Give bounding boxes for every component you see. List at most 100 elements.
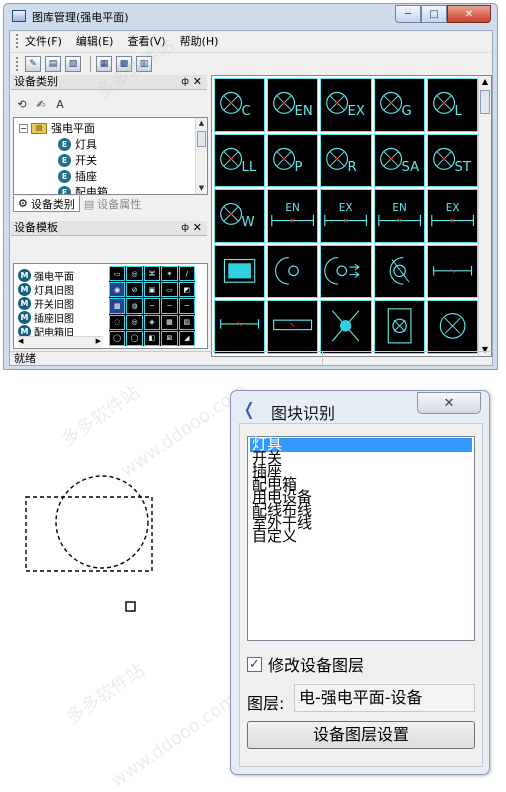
template-thumbnail-grid[interactable]: ▭ ◎ ⌘ ✶ ∕ ◉ ⊘ ▣ ▭ ◩ ▩ ◍ ─ ─ ─ ◌ ◎ ◈ ▦ ▨ — [109, 266, 195, 346]
template-thumb[interactable]: ─ — [161, 298, 178, 314]
list-item[interactable]: M 强电平面 — [18, 268, 104, 282]
tab-category[interactable]: ⚙ 设备类别 — [13, 196, 80, 212]
template-thumb[interactable]: ─ — [178, 298, 195, 314]
symbol-cell[interactable] — [373, 244, 425, 299]
template-thumb[interactable]: ▭ — [161, 282, 178, 298]
symbol-cell[interactable]: EX — [320, 189, 372, 243]
category-item[interactable]: 灯具 — [250, 437, 472, 452]
toolbar-tool4-icon[interactable]: ▦ — [96, 55, 112, 72]
tree-root[interactable]: − ▤ 强电平面 — [19, 120, 95, 136]
category-item[interactable]: 自定义 — [248, 529, 474, 544]
pin-icon[interactable]: ф — [181, 221, 189, 235]
symbol-cell[interactable]: EN — [267, 78, 319, 132]
category-pane-close-icon[interactable]: ✕ — [193, 75, 202, 89]
tree-item-panel[interactable]: E 配电箱 — [58, 184, 108, 194]
menu-view[interactable]: 查看(V) — [127, 33, 165, 49]
scroll-up-icon[interactable]: ▲ — [196, 118, 207, 129]
template-thumb[interactable]: ◎ — [126, 266, 143, 282]
symbol-grid[interactable]: C EN EX G L LL P R SA ST W EN EX EN EX — [214, 78, 478, 354]
symbol-cell[interactable]: SA — [373, 133, 425, 188]
symbol-cell[interactable]: LL — [214, 133, 266, 188]
toolbar-tool5-icon[interactable]: ▩ — [116, 55, 132, 72]
symbol-cell[interactable]: EX — [320, 78, 372, 132]
template-thumb[interactable]: ✶ — [161, 266, 178, 282]
dialog-close-button[interactable]: ✕ — [417, 392, 481, 414]
symbol-cell[interactable] — [267, 244, 319, 299]
template-thumb[interactable]: ◌ — [109, 314, 126, 330]
symbol-cell[interactable]: EN — [373, 189, 425, 243]
toolbar-tool1-icon[interactable]: ✎ — [25, 55, 41, 72]
category-tree[interactable]: − ▤ 强电平面 E 灯具 E 开关 E 插座 E 配电箱 ▲ ▼ — [13, 117, 208, 195]
menu-help[interactable]: 帮助(H) — [180, 33, 219, 49]
pin-icon[interactable]: ф — [181, 75, 189, 89]
list-item[interactable]: M 插座旧图 — [18, 310, 104, 324]
template-thumb[interactable]: ▦ — [161, 314, 178, 330]
template-thumb[interactable]: ▨ — [178, 314, 195, 330]
template-thumb[interactable]: ─ — [143, 298, 161, 314]
collapse-icon[interactable]: − — [19, 123, 28, 133]
template-thumb[interactable]: ⊠ — [161, 330, 178, 346]
symbol-cell[interactable]: P — [267, 133, 319, 188]
template-pane-close-icon[interactable]: ✕ — [193, 221, 202, 235]
toolbar-tool2-icon[interactable]: ▤ — [45, 55, 61, 72]
edit-icon[interactable]: ✍ — [33, 98, 49, 114]
modify-layer-checkbox-row[interactable]: ✓ 修改设备图层 — [247, 652, 364, 676]
template-thumb[interactable]: ◈ — [143, 314, 161, 330]
symbol-cell[interactable]: C — [214, 78, 266, 132]
symbol-cell[interactable] — [267, 300, 319, 354]
template-thumb[interactable]: ◩ — [178, 282, 195, 298]
template-thumb[interactable]: ◧ — [143, 330, 161, 346]
template-thumb[interactable]: ◯ — [109, 330, 126, 346]
template-thumb[interactable]: ▩ — [109, 298, 126, 314]
title-bar[interactable]: 图库管理(强电平面) ─ □ ✕ — [4, 4, 497, 30]
toolbar-tool6-icon[interactable]: ▥ — [136, 55, 152, 72]
template-thumb[interactable]: ◍ — [126, 298, 143, 314]
list-item[interactable]: M 灯具旧图 — [18, 282, 104, 296]
template-thumb[interactable]: ▣ — [143, 282, 161, 298]
scroll-thumb[interactable] — [197, 131, 206, 147]
template-thumb[interactable]: ◢ — [178, 330, 195, 346]
symbol-cell[interactable] — [214, 244, 266, 299]
template-thumb[interactable]: ▭ — [109, 266, 126, 282]
symbol-cell[interactable] — [320, 300, 372, 354]
tab-properties[interactable]: ▤ 设备属性 — [80, 196, 145, 212]
scroll-down-icon[interactable]: ▼ — [196, 183, 207, 194]
category-listbox[interactable]: 灯具 开关 插座 配电箱 用电设备 配线布线 室外干线 自定义 — [247, 436, 475, 641]
symbol-cell[interactable] — [426, 300, 478, 354]
scroll-up-icon[interactable]: ▲ — [479, 76, 491, 88]
template-thumb[interactable]: ⌘ — [143, 266, 161, 282]
minimize-button[interactable]: ─ — [395, 5, 421, 23]
symbol-cell[interactable]: G — [373, 78, 425, 132]
list-item[interactable]: M 开关旧图 — [18, 296, 104, 310]
scroll-right-icon[interactable]: ▶ — [96, 337, 101, 345]
layer-field[interactable]: 电-强电平面-设备 — [294, 684, 475, 712]
preview-scrollbar[interactable]: ▲ ▼ — [478, 76, 491, 356]
close-button[interactable]: ✕ — [447, 5, 491, 23]
template-thumb[interactable]: ⊘ — [126, 282, 143, 298]
symbol-cell[interactable]: EX — [426, 189, 478, 243]
template-thumb[interactable]: ◎ — [126, 314, 143, 330]
tree-item-socket[interactable]: E 插座 — [58, 168, 97, 184]
cad-selection-drawing[interactable] — [0, 375, 230, 783]
tree-item-lamp[interactable]: E 灯具 — [58, 136, 97, 152]
template-thumb[interactable]: ◉ — [109, 282, 126, 298]
layer-settings-button[interactable]: 设备图层设置 — [247, 721, 475, 749]
template-thumb[interactable]: ∕ — [178, 266, 195, 282]
refresh-icon[interactable]: ⟲ — [14, 98, 30, 114]
tree-scrollbar[interactable]: ▲ ▼ — [195, 118, 207, 194]
modify-layer-checkbox[interactable]: ✓ — [247, 656, 262, 672]
symbol-cell[interactable]: L — [426, 78, 478, 132]
symbol-cell[interactable]: ST — [426, 133, 478, 188]
symbol-cell[interactable] — [214, 300, 266, 354]
template-hscrollbar[interactable]: ◀ ▶ — [18, 336, 103, 347]
tree-item-switch[interactable]: E 开关 — [58, 152, 97, 168]
scroll-thumb[interactable] — [480, 90, 490, 114]
toolbar-tool3-icon[interactable]: ▧ — [65, 55, 81, 72]
menu-file[interactable]: 文件(F) — [25, 33, 62, 49]
rename-icon[interactable]: A — [52, 98, 68, 114]
symbol-cell[interactable] — [373, 300, 425, 354]
scroll-left-icon[interactable]: ◀ — [18, 337, 23, 345]
menu-edit[interactable]: 编辑(E) — [76, 33, 114, 49]
maximize-button[interactable]: □ — [421, 5, 447, 23]
symbol-cell[interactable]: R — [320, 133, 372, 188]
